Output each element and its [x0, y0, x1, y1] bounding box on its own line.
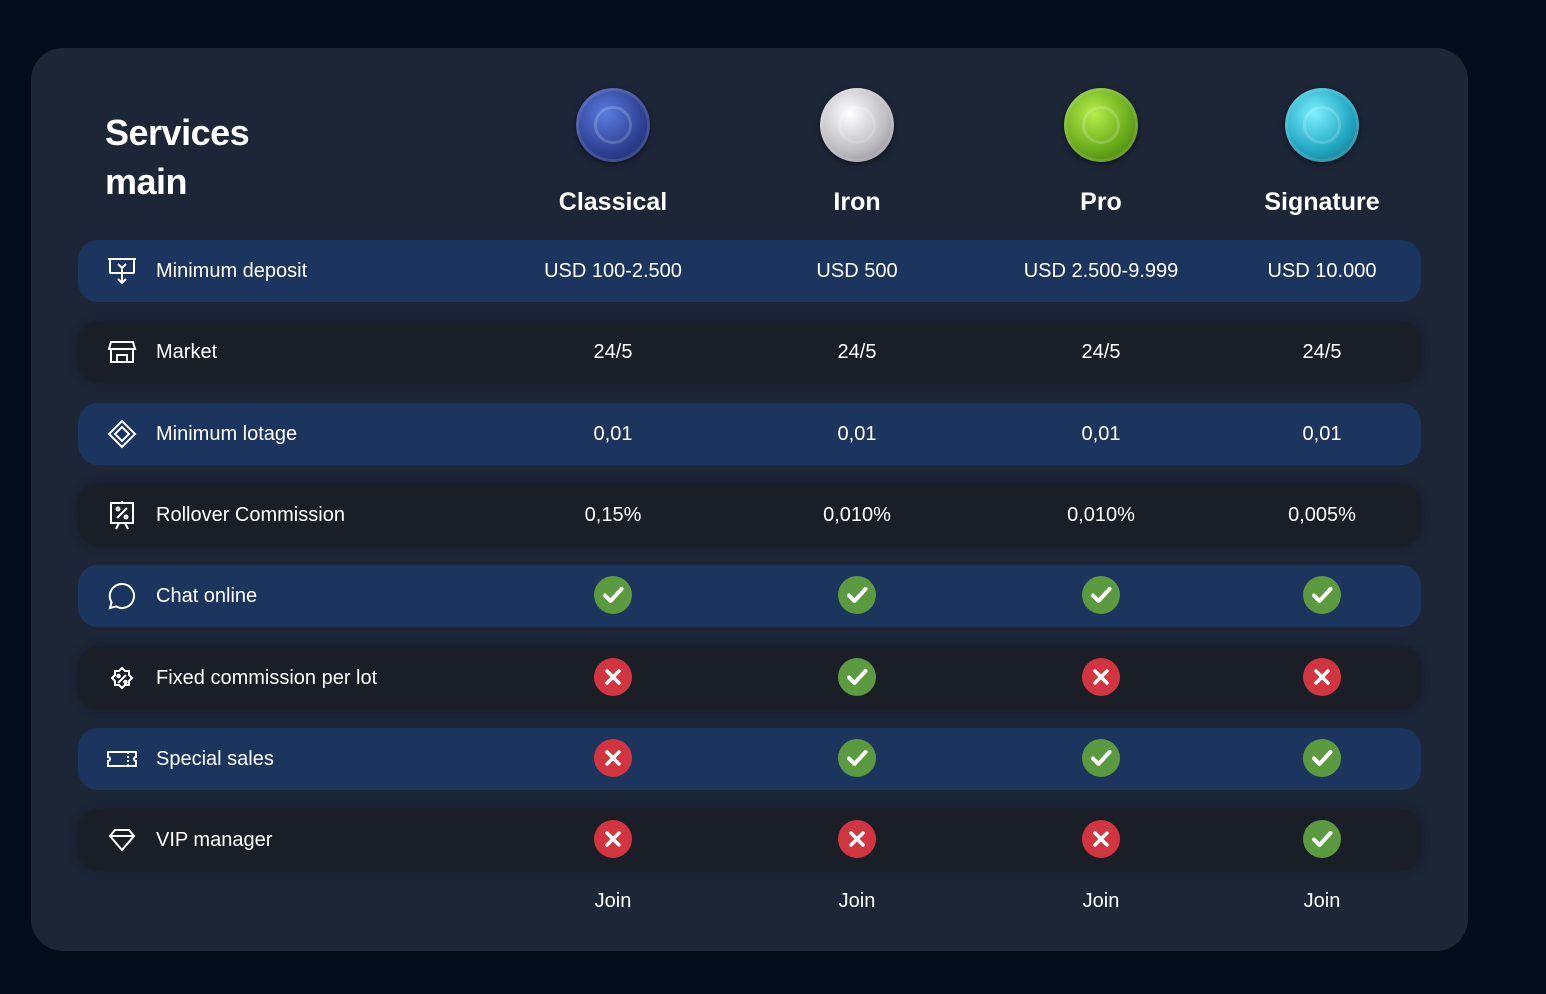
feature-value: 0,010% — [823, 504, 891, 526]
diamond-icon — [106, 824, 138, 856]
silver-coin-icon — [820, 88, 894, 162]
feature-value: 24/5 — [837, 341, 877, 363]
plan-header-signature: Signature — [1222, 88, 1422, 217]
cyan-coin-icon — [1285, 88, 1359, 162]
blue-coin-icon — [576, 88, 650, 162]
feature-availability — [991, 565, 1211, 627]
feature-value: 24/5 — [593, 341, 633, 363]
plan-name: Iron — [833, 188, 881, 216]
feature-label: VIP manager — [156, 829, 273, 851]
feature-value: 0,010% — [1067, 504, 1135, 526]
feature-value: 0,01 — [1302, 423, 1342, 445]
feature-value: USD 10.000 — [1267, 260, 1377, 282]
join-link-pro[interactable]: Join — [1001, 888, 1201, 914]
cross-icon — [1303, 657, 1341, 696]
plan-name: Signature — [1264, 188, 1380, 216]
feature-availability — [1212, 565, 1432, 627]
feature-value: USD 2.500-9.999 — [1023, 260, 1179, 282]
feature-availability — [503, 809, 723, 871]
feature-availability — [503, 728, 723, 790]
feature-row-minimum-deposit: Minimum deposit USD 100-2.500 USD 500 USD 2… — [78, 240, 1421, 302]
check-icon — [1082, 575, 1120, 614]
cross-icon — [1082, 819, 1120, 858]
check-icon — [1082, 738, 1120, 777]
feature-availability — [503, 647, 723, 709]
cross-icon — [594, 819, 632, 858]
plan-header-pro: Pro — [1001, 88, 1201, 217]
percent-board-icon — [106, 499, 138, 531]
feature-value: USD 100-2.500 — [544, 260, 682, 282]
plan-header-iron: Iron — [757, 88, 957, 217]
feature-availability — [747, 728, 967, 790]
deposit-icon — [106, 255, 138, 287]
plan-name: Classical — [558, 188, 668, 216]
feature-label: Rollover Commission — [156, 504, 345, 526]
feature-label: Minimum lotage — [156, 423, 298, 445]
feature-label: Minimum deposit — [156, 260, 308, 282]
check-icon — [838, 657, 876, 696]
green-coin-icon — [1064, 88, 1138, 162]
check-icon — [594, 575, 632, 614]
feature-availability — [991, 647, 1211, 709]
cross-icon — [594, 657, 632, 696]
feature-availability — [1212, 647, 1432, 709]
check-icon — [838, 738, 876, 777]
feature-value: 0,01 — [837, 423, 877, 445]
feature-availability — [503, 565, 723, 627]
feature-availability — [1212, 728, 1432, 790]
feature-row-rollover-commission: Rollover Commission 0,15% 0,010% 0,010% 0,00… — [78, 484, 1421, 546]
chat-bubble-icon — [106, 580, 138, 612]
feature-row-fixed-commission-per-lot: Fixed commission per lot — [78, 647, 1421, 709]
services-comparison-card: Services main Classical Iron Pro Signature … — [31, 48, 1468, 951]
title-line-2: main — [105, 161, 188, 202]
feature-value: 0,01 — [593, 423, 633, 445]
cross-icon — [838, 819, 876, 858]
feature-value: 0,01 — [1081, 423, 1121, 445]
join-link-classical[interactable]: Join — [513, 888, 713, 914]
feature-availability — [747, 809, 967, 871]
cross-icon — [1082, 657, 1120, 696]
feature-availability — [747, 565, 967, 627]
cross-icon — [594, 738, 632, 777]
feature-value: 24/5 — [1302, 341, 1342, 363]
feature-label: Special sales — [156, 748, 274, 770]
title-line-1: Services — [105, 112, 250, 153]
feature-value: 0,005% — [1288, 504, 1356, 526]
feature-availability — [1212, 809, 1432, 871]
feature-availability — [991, 728, 1211, 790]
diamond-grid-icon — [106, 418, 138, 450]
feature-value: 24/5 — [1081, 341, 1121, 363]
check-icon — [838, 575, 876, 614]
check-icon — [1303, 819, 1341, 858]
feature-row-market: Market 24/5 24/5 24/5 24/5 — [78, 321, 1421, 383]
feature-value: USD 500 — [816, 260, 898, 282]
join-link-iron[interactable]: Join — [757, 888, 957, 914]
join-link-signature[interactable]: Join — [1222, 888, 1422, 914]
ticket-icon — [106, 743, 138, 775]
check-icon — [1303, 575, 1341, 614]
feature-row-minimum-lotage: Minimum lotage 0,01 0,01 0,01 0,01 — [78, 403, 1421, 465]
feature-availability — [747, 647, 967, 709]
section-title: Services main — [105, 108, 250, 206]
feature-value: 0,15% — [584, 504, 642, 526]
feature-row-chat-online: Chat online — [78, 565, 1421, 627]
feature-label: Fixed commission per lot — [156, 667, 378, 689]
feature-row-special-sales: Special sales — [78, 728, 1421, 790]
feature-row-vip-manager: VIP manager — [78, 809, 1421, 871]
percent-badge-icon — [106, 662, 138, 694]
plan-name: Pro — [1080, 188, 1122, 216]
market-store-icon — [106, 336, 138, 368]
check-icon — [1303, 738, 1341, 777]
feature-availability — [991, 809, 1211, 871]
plan-header-classical: Classical — [513, 88, 713, 217]
feature-label: Chat online — [156, 585, 258, 607]
feature-label: Market — [156, 341, 218, 363]
